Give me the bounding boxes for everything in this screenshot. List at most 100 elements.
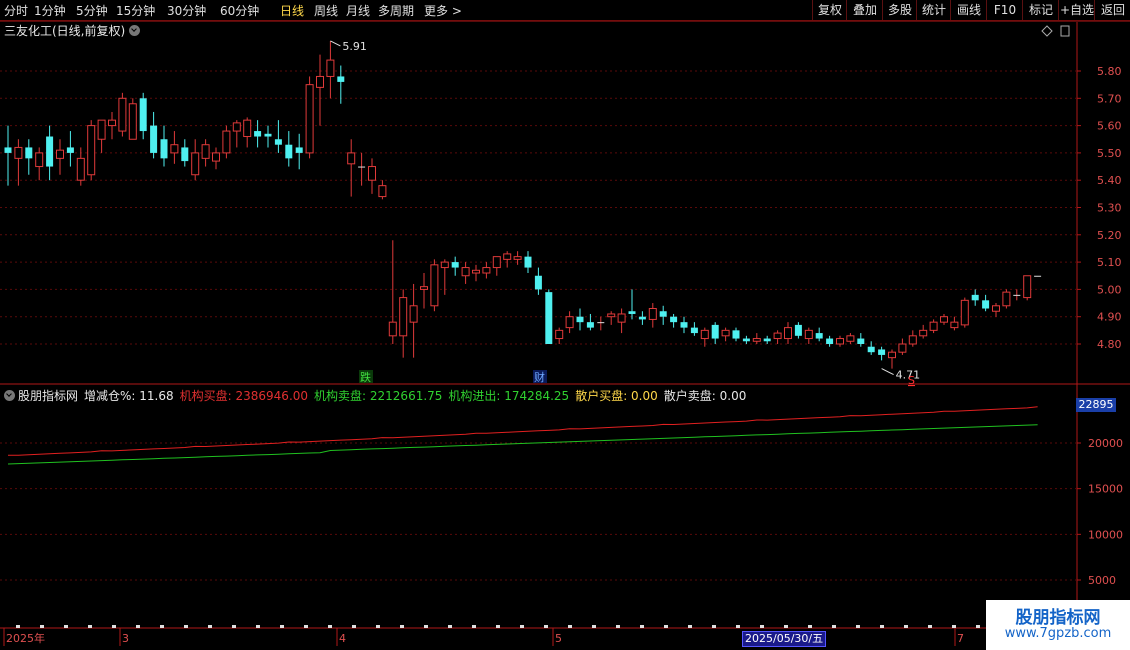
time-axis-dot (280, 625, 284, 628)
candle (898, 338, 907, 355)
candle (1002, 289, 1011, 309)
chevron-down-icon[interactable] (4, 390, 15, 401)
time-axis-dot (520, 625, 524, 628)
candle (617, 308, 626, 334)
time-axis-dot (208, 625, 212, 628)
time-axis-label: 7 (957, 632, 964, 645)
candle (700, 327, 709, 347)
candle (191, 139, 200, 181)
institution-sell-line (7, 424, 1038, 465)
candle (732, 327, 740, 342)
candle (721, 327, 730, 342)
watermark-title: 股朋指标网 (1015, 608, 1101, 628)
candle (35, 147, 44, 181)
high-label: 5.91 (342, 40, 367, 53)
candle (201, 139, 210, 167)
low-pointer (881, 368, 894, 376)
candle (742, 335, 750, 344)
candle (4, 125, 12, 186)
time-axis-dot (112, 625, 116, 628)
candle (878, 346, 886, 361)
candle (940, 313, 948, 325)
time-axis-dot (136, 625, 140, 628)
candle (711, 322, 719, 344)
price-tick-label: 5.70 (1097, 92, 1122, 105)
candle (14, 139, 23, 186)
candle (274, 120, 282, 153)
candle (815, 327, 823, 342)
candle (1013, 289, 1021, 301)
candle (337, 65, 345, 104)
candle (232, 120, 241, 148)
candle (513, 251, 522, 265)
candle (388, 240, 397, 344)
price-tick-label: 5.10 (1097, 256, 1122, 269)
candle (919, 324, 928, 339)
time-axis-dot (616, 625, 620, 628)
time-axis-dot (760, 625, 764, 628)
candle (254, 120, 262, 148)
candle (659, 305, 667, 325)
candle (867, 341, 875, 355)
time-axis-dot (40, 625, 44, 628)
indicator-field-4: 散户买盘: 0.00 (575, 389, 658, 403)
candle (971, 289, 979, 306)
candle (545, 289, 553, 344)
candle (555, 327, 564, 344)
candle (160, 125, 168, 167)
time-axis-dot (952, 625, 956, 628)
kline-chart[interactable]: 5.80 5.70 5.60 5.50 5.40 5.30 5.20 5.10 5.00 4.90… (0, 0, 1130, 650)
candle (576, 308, 584, 331)
candle (451, 256, 459, 276)
diamond-icon (1041, 25, 1053, 37)
candle (836, 335, 844, 347)
time-axis-dot (328, 625, 332, 628)
time-axis-label: 2025年 (6, 631, 45, 645)
time-axis-dot (592, 625, 596, 628)
indicator-tick-label: 10000 (1088, 528, 1123, 541)
candle (503, 251, 512, 268)
candle (908, 330, 917, 347)
candle (378, 180, 387, 200)
time-axis-dot (232, 625, 236, 628)
candle (368, 158, 376, 194)
time-axis-dot (448, 625, 452, 628)
price-tick-label: 4.80 (1097, 338, 1122, 351)
marker-cai: 财 (534, 370, 545, 384)
time-axis-dot (184, 625, 188, 628)
time-axis-dot (808, 625, 812, 628)
time-axis-label: 5 (555, 632, 562, 645)
candle (243, 117, 252, 148)
candle (97, 119, 106, 153)
candle (482, 262, 491, 279)
indicator-tick-label: 20000 (1088, 437, 1123, 450)
cursor-date: 2025/05/30/五 (742, 631, 827, 647)
marker-die: 跌 (360, 370, 371, 384)
price-tick-label: 5.00 (1097, 283, 1122, 296)
indicator-value-flag: 22895 (1076, 398, 1116, 412)
candle (222, 125, 231, 159)
time-axis-dot (64, 625, 68, 628)
candle (326, 40, 335, 99)
candle (607, 311, 616, 325)
candle (648, 303, 657, 328)
candle (285, 131, 293, 167)
candle (960, 297, 969, 328)
indicator-field-5: 散户卖盘: 0.00 (663, 389, 747, 403)
time-axis-dot (472, 625, 476, 628)
candle (784, 322, 792, 344)
indicator-field-1: 机构买盘: 2386946.00 (179, 389, 309, 403)
time-axis-dot (424, 625, 428, 628)
candle (461, 262, 470, 284)
candle (420, 273, 428, 309)
indicator-tick-label: 5000 (1088, 574, 1116, 587)
indicator-name[interactable]: 股朋指标网 (18, 389, 78, 403)
candle (264, 125, 272, 148)
time-axis-dot (664, 625, 668, 628)
candle (804, 327, 813, 344)
candle (982, 294, 990, 312)
candle (440, 259, 449, 295)
candle (846, 333, 855, 344)
candle (181, 139, 189, 167)
time-axis-dot (352, 625, 356, 628)
